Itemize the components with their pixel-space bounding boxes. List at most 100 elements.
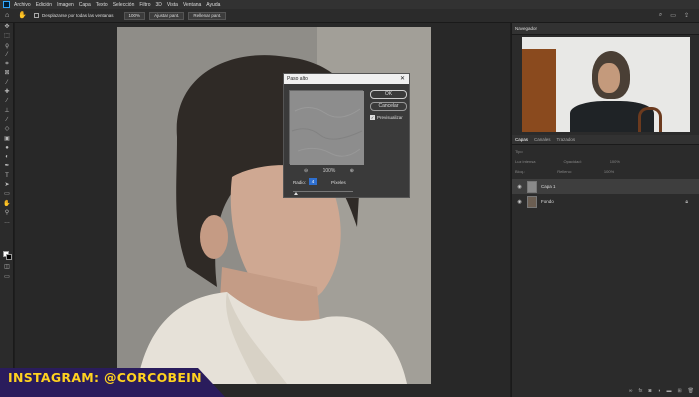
menu-imagen[interactable]: Imagen bbox=[57, 2, 74, 8]
menu-filtro[interactable]: Filtro bbox=[139, 2, 150, 8]
radius-unit-label: Píxeles bbox=[331, 180, 346, 185]
menu-seleccion[interactable]: Selección bbox=[113, 2, 135, 8]
scroll-all-label: Desplazarse por todas las ventanas bbox=[42, 13, 114, 18]
layer-row-fondo[interactable]: ◉ Fondo 🔒︎ bbox=[512, 194, 699, 209]
lock-icon: 🔒︎ bbox=[685, 198, 688, 205]
layer-name: Fondo bbox=[541, 199, 554, 204]
tab-trazados[interactable]: Trazados bbox=[557, 137, 576, 142]
radius-slider-handle[interactable] bbox=[294, 192, 298, 195]
shape-tool-icon[interactable]: ▭ bbox=[0, 190, 14, 199]
menu-3d[interactable]: 3D bbox=[156, 2, 162, 8]
menu-vista[interactable]: Vista bbox=[167, 2, 178, 8]
navigator-header: Navegador bbox=[512, 23, 699, 35]
layer-thumbnail bbox=[527, 195, 537, 208]
options-bar: ⌂ ✋ Desplazarse por todas las ventanas 1… bbox=[0, 9, 699, 23]
gradient-tool-icon[interactable]: ▣ bbox=[0, 135, 14, 144]
path-select-tool-icon[interactable]: ➤ bbox=[0, 181, 14, 190]
menu-capa[interactable]: Capa bbox=[79, 2, 91, 8]
search-icon[interactable]: ⌕ bbox=[659, 12, 662, 19]
eyedropper-tool-icon[interactable]: ⁄ bbox=[0, 79, 14, 88]
preview-checkbox[interactable]: ✓ bbox=[370, 115, 375, 120]
healing-tool-icon[interactable]: ✚ bbox=[0, 88, 14, 97]
brush-tool-icon[interactable]: ∕ bbox=[0, 97, 14, 106]
new-layer-icon[interactable]: ⊞ bbox=[677, 388, 681, 394]
tab-capas[interactable]: Capas bbox=[515, 137, 528, 142]
preview-checkbox-row[interactable]: ✓ Previsualizar bbox=[370, 115, 403, 120]
delete-layer-icon[interactable]: 🗑︎ bbox=[688, 388, 694, 394]
hand-tool-sidebar-icon[interactable]: ✋ bbox=[0, 200, 14, 209]
fill-value[interactable]: 100% bbox=[604, 169, 614, 174]
preview-zoom-controls: ⊖ 100% ⊕ bbox=[304, 168, 354, 174]
link-layers-icon[interactable]: ∞ bbox=[629, 388, 633, 394]
layer-lock-row: Bloq.: Relleno: 100% bbox=[515, 169, 614, 174]
layer-filter-select[interactable]: Tipo bbox=[515, 149, 523, 154]
blend-mode-select[interactable]: Luz intensa bbox=[515, 159, 535, 164]
quick-mask-icon[interactable]: ◫ bbox=[0, 263, 14, 272]
tools-panel: ✥ ⬚ ϙ ⁄ ⌗ ⊠ ⁄ ✚ ∕ ⊥ ∕ ◇ ▣ ● ◐ ✒ T ➤ ▭ ✋ … bbox=[0, 23, 14, 397]
instagram-handle-text: INSTAGRAM: @CORCOBEIN bbox=[8, 370, 202, 385]
right-panels: Navegador Capas Canales Trazados Tipo Lu… bbox=[511, 23, 699, 397]
preview-texture bbox=[290, 91, 364, 165]
zoom-in-icon[interactable]: ⊕ bbox=[350, 168, 354, 174]
ok-button[interactable]: OK bbox=[370, 90, 407, 99]
workspace-icon[interactable]: ▭ bbox=[670, 12, 676, 19]
zoom-tool-icon[interactable]: ⚲ bbox=[0, 209, 14, 218]
menu-ayuda[interactable]: Ayuda bbox=[206, 2, 220, 8]
blur-tool-icon[interactable]: ● bbox=[0, 144, 14, 153]
cancel-button[interactable]: Cancelar bbox=[370, 102, 407, 111]
hand-tool-icon[interactable]: ✋ bbox=[18, 12, 28, 20]
layers-bottom-toolbar: ∞ fx ◙ ◑ ▬ ⊞ 🗑︎ bbox=[512, 385, 699, 397]
radius-label: Radio: bbox=[293, 180, 307, 185]
navigator-title[interactable]: Navegador bbox=[515, 26, 537, 31]
opacity-label: Opacidad: bbox=[563, 159, 582, 164]
lasso-tool-icon[interactable]: ϙ bbox=[0, 42, 14, 51]
tab-canales[interactable]: Canales bbox=[534, 137, 551, 142]
filter-preview[interactable] bbox=[289, 90, 364, 165]
move-tool-icon[interactable]: ✥ bbox=[0, 23, 14, 32]
door-shape bbox=[522, 49, 556, 132]
zoom-100-button[interactable]: 100% bbox=[123, 11, 146, 20]
dodge-tool-icon[interactable]: ◐ bbox=[0, 153, 14, 162]
screen-mode-icon[interactable]: ▭ bbox=[0, 273, 14, 282]
stamp-tool-icon[interactable]: ⊥ bbox=[0, 107, 14, 116]
quick-select-tool-icon[interactable]: ⁄ bbox=[0, 51, 14, 60]
marquee-tool-icon[interactable]: ⬚ bbox=[0, 32, 14, 41]
frame-tool-icon[interactable]: ⊠ bbox=[0, 69, 14, 78]
preview-zoom-value: 100% bbox=[322, 168, 336, 174]
home-icon[interactable]: ⌂ bbox=[5, 12, 13, 20]
fit-screen-button[interactable]: Ajustar pant. bbox=[149, 11, 185, 20]
navigator-preview[interactable] bbox=[522, 37, 690, 132]
visibility-eye-icon[interactable]: ◉ bbox=[515, 184, 524, 190]
menu-edicion[interactable]: Edición bbox=[36, 2, 52, 8]
more-tools-icon[interactable]: … bbox=[0, 218, 14, 227]
adjustment-layer-icon[interactable]: ◑ bbox=[657, 388, 660, 394]
layers-panel-tabs: Capas Canales Trazados bbox=[512, 135, 699, 145]
eraser-tool-icon[interactable]: ◇ bbox=[0, 125, 14, 134]
person-face-shape bbox=[598, 63, 620, 93]
scroll-all-checkbox[interactable] bbox=[34, 13, 39, 18]
opacity-value[interactable]: 100% bbox=[610, 159, 620, 164]
layer-style-icon[interactable]: fx bbox=[638, 388, 642, 394]
close-icon[interactable]: ✕ bbox=[400, 74, 405, 84]
menu-bar: Archivo Edición Imagen Capa Texto Selecc… bbox=[0, 0, 699, 9]
background-color-swatch[interactable] bbox=[6, 254, 12, 260]
share-icon[interactable]: ⇪ bbox=[684, 12, 689, 19]
menu-ventana[interactable]: Ventana bbox=[183, 2, 201, 8]
visibility-eye-icon[interactable]: ◉ bbox=[515, 199, 524, 205]
chair-shape bbox=[638, 107, 662, 132]
layer-row-capa-1[interactable]: ◉ Capa 1 bbox=[512, 179, 699, 194]
type-tool-icon[interactable]: T bbox=[0, 172, 14, 181]
radius-input[interactable]: 4 bbox=[309, 178, 317, 185]
add-mask-icon[interactable]: ◙ bbox=[648, 388, 651, 394]
menu-archivo[interactable]: Archivo bbox=[14, 2, 31, 8]
crop-tool-icon[interactable]: ⌗ bbox=[0, 60, 14, 69]
new-group-icon[interactable]: ▬ bbox=[666, 388, 671, 394]
photoshop-logo-icon[interactable] bbox=[3, 1, 10, 8]
zoom-out-icon[interactable]: ⊖ bbox=[304, 168, 308, 174]
radius-slider-track[interactable] bbox=[293, 191, 353, 192]
layer-name: Capa 1 bbox=[541, 184, 556, 189]
pen-tool-icon[interactable]: ✒ bbox=[0, 162, 14, 171]
history-brush-tool-icon[interactable]: ∕ bbox=[0, 116, 14, 125]
menu-texto[interactable]: Texto bbox=[96, 2, 108, 8]
fill-screen-button[interactable]: Rellenar pant. bbox=[188, 11, 227, 20]
